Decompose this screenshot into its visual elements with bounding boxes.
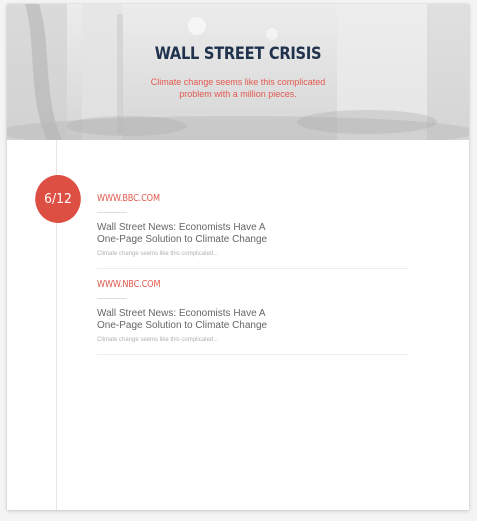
- entry-title-line-1: Wall Street News: Economists Have A: [97, 308, 266, 319]
- entry-divider: [97, 212, 127, 213]
- hero-subtitle-line-1: Climate change seems like this complicat…: [150, 77, 326, 87]
- entry-title-line-1: Wall Street News: Economists Have A: [97, 222, 266, 233]
- hero-banner: WALL STREET CRISIS Climate change seems …: [7, 4, 469, 140]
- entry-title-line-2: One-Page Solution to Climate Change: [97, 234, 268, 245]
- entry-excerpt: Climate change seems like this complicat…: [97, 337, 219, 343]
- entry-title-link[interactable]: Wall Street News: Economists Have A One-…: [97, 308, 327, 332]
- article-card: WALL STREET CRISIS Climate change seems …: [7, 4, 469, 510]
- timeline-entry: WWW.NBC.COM Wall Street News: Economists…: [97, 279, 409, 343]
- timeline-entry: WWW.BBC.COM Wall Street News: Economists…: [97, 193, 409, 257]
- entry-source-link[interactable]: WWW.NBC.COM: [97, 279, 353, 290]
- entry-excerpt: Climate change seems like this complicat…: [97, 251, 219, 257]
- hero-subtitle: Climate change seems like this complicat…: [7, 76, 469, 100]
- hero-title: WALL STREET CRISIS: [154, 44, 322, 64]
- entry-separator: [97, 268, 409, 269]
- hero-background-image: [7, 4, 469, 140]
- entry-title-line-2: One-Page Solution to Climate Change: [97, 320, 268, 331]
- entry-divider: [97, 298, 127, 299]
- date-badge: 6/12: [35, 175, 81, 223]
- hero-subtitle-line-2: problem with a million pieces.: [179, 89, 297, 99]
- entry-separator: [97, 354, 409, 355]
- entry-source-link[interactable]: WWW.BBC.COM: [97, 193, 353, 204]
- entry-title-link[interactable]: Wall Street News: Economists Have A One-…: [97, 222, 327, 246]
